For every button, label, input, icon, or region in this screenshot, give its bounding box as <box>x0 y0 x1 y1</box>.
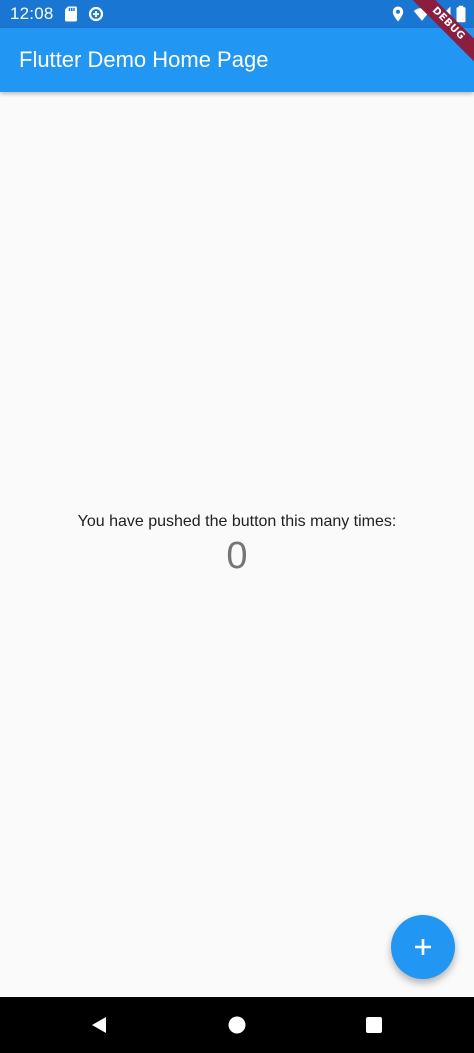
sd-card-icon <box>65 6 77 22</box>
wifi-icon <box>413 7 431 21</box>
nav-recents-button[interactable] <box>360 1011 388 1039</box>
data-saver-icon <box>88 6 104 22</box>
main-content: You have pushed the button this many tim… <box>0 92 474 997</box>
nav-home-button[interactable] <box>223 1011 251 1039</box>
battery-icon <box>456 5 466 23</box>
status-bar: 12:08 <box>0 0 474 28</box>
recents-icon <box>366 1017 382 1033</box>
plus-icon <box>415 939 431 955</box>
counter-value: 0 <box>226 535 248 577</box>
back-icon <box>92 1017 106 1033</box>
navigation-bar <box>0 997 474 1053</box>
location-icon <box>392 6 404 22</box>
app-bar: Flutter Demo Home Page <box>0 28 474 92</box>
home-icon <box>228 1016 246 1034</box>
increment-button[interactable] <box>391 915 455 979</box>
signal-icon <box>435 6 451 22</box>
app-screen: 12:08 Flutter Demo Home Page DEBUG You h… <box>0 0 474 1053</box>
status-time: 12:08 <box>10 4 54 23</box>
nav-back-button[interactable] <box>85 1011 113 1039</box>
app-bar-title: Flutter Demo Home Page <box>19 47 269 72</box>
counter-message: You have pushed the button this many tim… <box>77 513 397 530</box>
